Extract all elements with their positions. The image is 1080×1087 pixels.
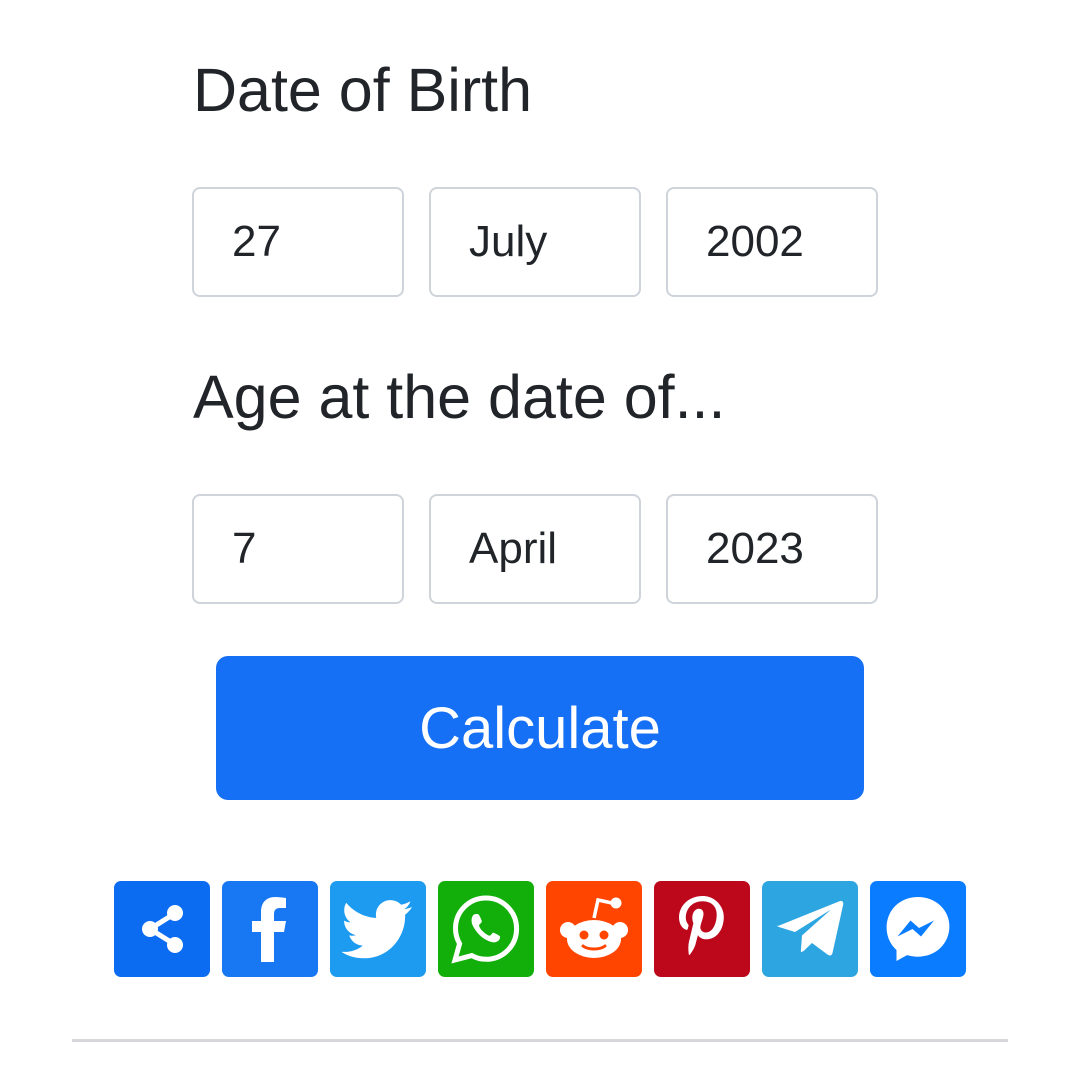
facebook-share-button[interactable]: [222, 881, 318, 977]
dob-month-select[interactable]: July: [429, 187, 641, 297]
divider: [72, 1039, 1008, 1042]
facebook-icon: [252, 897, 286, 962]
share-icon: [142, 905, 183, 953]
reddit-share-button[interactable]: [546, 881, 642, 977]
dob-day-select[interactable]: 27: [192, 187, 404, 297]
twitter-share-button[interactable]: [330, 881, 426, 977]
target-year-select[interactable]: 2023: [666, 494, 878, 604]
age-at-date-fields: 7 April 2023: [192, 494, 878, 604]
share-bar: [114, 881, 966, 977]
date-of-birth-fields: 27 July 2002: [192, 187, 878, 297]
whatsapp-share-button[interactable]: [438, 881, 534, 977]
messenger-icon: [886, 897, 950, 961]
target-month-select[interactable]: April: [429, 494, 641, 604]
messenger-share-button[interactable]: [870, 881, 966, 977]
pinterest-icon: [679, 896, 724, 955]
twitter-icon: [342, 900, 412, 959]
pinterest-share-button[interactable]: [654, 881, 750, 977]
date-of-birth-label: Date of Birth: [193, 56, 533, 124]
target-day-select[interactable]: 7: [192, 494, 404, 604]
share-button[interactable]: [114, 881, 210, 977]
calculate-button[interactable]: Calculate: [216, 656, 864, 800]
age-at-date-label: Age at the date of...: [193, 363, 726, 431]
whatsapp-icon: [451, 895, 520, 964]
reddit-icon: [560, 897, 628, 958]
telegram-icon: [776, 900, 844, 956]
telegram-share-button[interactable]: [762, 881, 858, 977]
dob-year-select[interactable]: 2002: [666, 187, 878, 297]
